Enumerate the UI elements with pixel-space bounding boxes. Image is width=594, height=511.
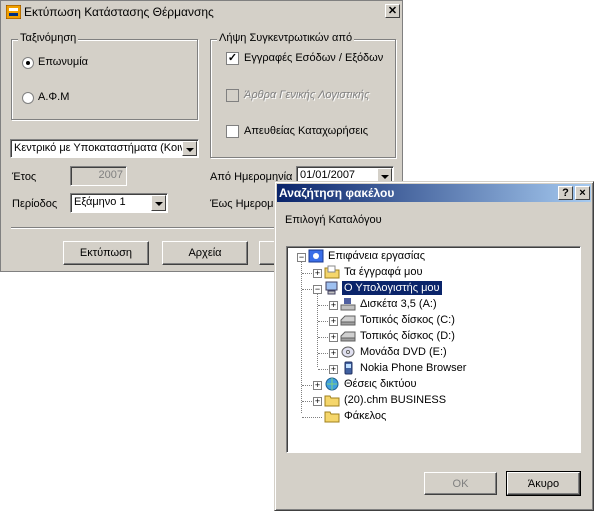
collapse-icon[interactable]: −: [313, 285, 322, 294]
tree-label: Nokia Phone Browser: [360, 362, 467, 374]
print-button[interactable]: Εκτύπωση: [63, 241, 149, 265]
desktop-icon: [308, 249, 324, 263]
close-icon: ×: [579, 187, 586, 199]
phone-icon: [344, 361, 353, 375]
browse-title: Αναζήτηση φακέλου: [279, 186, 395, 200]
chevron-down-icon[interactable]: [182, 141, 197, 156]
folder-tree[interactable]: − Επιφάνεια εργασίας + Τα έγγραφά μου −: [286, 246, 581, 453]
branch-select[interactable]: Κεντρικό με Υποκαταστήματα (Κοιν: [10, 139, 199, 158]
general-ledger-checkbox: [226, 89, 239, 102]
tree-label: Τοπικός δίσκος (D:): [360, 330, 455, 342]
tree-node-network[interactable]: + Θέσεις δικτύου: [287, 377, 577, 393]
cancel-button[interactable]: Άκυρο: [506, 471, 581, 496]
tree-node-drive-d[interactable]: + Τοπικός δίσκος (D:): [287, 329, 577, 345]
main-close-button[interactable]: ✕: [385, 4, 400, 18]
close-icon: ✕: [387, 5, 398, 17]
expand-icon[interactable]: +: [329, 365, 338, 374]
tree-node-folder[interactable]: Φάκελος: [287, 409, 577, 425]
income-expense-checkbox[interactable]: ✓: [226, 52, 239, 65]
from-date-value: 01/01/2007: [300, 169, 356, 181]
browse-prompt: Επιλογή Καταλόγου: [285, 214, 382, 226]
expand-icon[interactable]: +: [313, 397, 322, 406]
tree-label: (20).chm BUSINESS: [344, 394, 447, 406]
expand-icon[interactable]: +: [313, 269, 322, 278]
tree-label: Ο Υπολογιστής μου: [342, 281, 442, 295]
direct-entries-label: Απευθείας Καταχωρήσεις: [244, 125, 369, 137]
expand-icon[interactable]: +: [329, 333, 338, 342]
tree-label: Μονάδα DVD (E:): [360, 346, 447, 358]
tree-label: Δισκέτα 3,5 (A:): [360, 298, 437, 310]
chevron-down-icon[interactable]: [151, 195, 166, 211]
branch-select-value: Κεντρικό με Υποκαταστήματα (Κοιν: [14, 142, 186, 154]
tree-node-dvd[interactable]: + Μονάδα DVD (E:): [287, 345, 577, 361]
drive-icon: [340, 315, 356, 326]
sort-name-radio[interactable]: [22, 57, 34, 69]
period-label: Περίοδος: [12, 198, 58, 210]
sort-vat-radio[interactable]: [22, 92, 34, 104]
network-icon: [325, 377, 339, 391]
year-value: 2007: [98, 169, 123, 181]
app-icon: [6, 5, 21, 19]
sort-group-label: Ταξινόμηση: [18, 32, 79, 44]
period-select-value: Εξάμηνο 1: [74, 196, 126, 208]
collapse-icon[interactable]: −: [297, 253, 306, 262]
ok-button[interactable]: OK: [424, 472, 497, 495]
income-expense-label: Εγγραφές Εσόδων / Εξόδων: [244, 52, 384, 64]
browse-titlebar[interactable]: Αναζήτηση φακέλου ? ×: [277, 184, 591, 202]
tree-node-chm-business[interactable]: + (20).chm BUSINESS: [287, 393, 577, 409]
drive-icon: [340, 331, 356, 342]
browse-close-button[interactable]: ×: [575, 186, 590, 200]
tree-node-my-documents[interactable]: + Τα έγγραφά μου: [287, 265, 577, 281]
browse-folder-dialog: Αναζήτηση φακέλου ? × Επιλογή Καταλόγου …: [274, 181, 594, 511]
expand-icon[interactable]: +: [329, 349, 338, 358]
tree-label: Τοπικός δίσκος (C:): [360, 314, 455, 326]
direct-entries-checkbox[interactable]: [226, 125, 239, 138]
year-field: 2007: [70, 166, 127, 186]
tree-node-nokia[interactable]: + Nokia Phone Browser: [287, 361, 577, 377]
tree-node-desktop[interactable]: − Επιφάνεια εργασίας: [287, 249, 577, 265]
sort-vat-label: Α.Φ.Μ: [38, 91, 70, 103]
main-title: Εκτύπωση Κατάστασης Θέρμανσης: [24, 5, 214, 19]
period-select[interactable]: Εξάμηνο 1: [70, 193, 168, 213]
tree-node-drive-c[interactable]: + Τοπικός δίσκος (C:): [287, 313, 577, 329]
tree-label: Φάκελος: [344, 410, 387, 422]
expand-icon[interactable]: +: [313, 381, 322, 390]
dvd-icon: [341, 346, 355, 358]
tree-label: Τα έγγραφά μου: [344, 266, 423, 278]
floppy-icon: [340, 298, 356, 311]
tree-label: Θέσεις δικτύου: [344, 378, 417, 390]
totals-group-label: Λήψη Συγκεντρωτικών από: [217, 32, 355, 44]
help-button[interactable]: ?: [558, 186, 573, 200]
tree-label: Επιφάνεια εργασίας: [328, 250, 426, 262]
main-titlebar[interactable]: Εκτύπωση Κατάστασης Θέρμανσης ✕: [2, 2, 401, 22]
expand-icon[interactable]: +: [329, 301, 338, 310]
folder-icon: [324, 395, 340, 407]
files-button[interactable]: Αρχεία: [162, 241, 248, 265]
tree-node-my-computer[interactable]: − Ο Υπολογιστής μου: [287, 281, 577, 297]
help-icon: ?: [562, 187, 569, 199]
expand-icon[interactable]: +: [329, 317, 338, 326]
sort-group: Ταξινόμηση: [11, 32, 198, 120]
folder-icon: [324, 265, 340, 279]
to-date-label: Έως Ημερομ: [210, 198, 274, 210]
tree-line: [302, 417, 322, 418]
computer-icon: [325, 281, 338, 295]
year-label: Έτος: [12, 171, 37, 183]
sort-name-label: Επωνυμία: [38, 56, 89, 68]
folder-icon: [324, 411, 340, 423]
tree-node-floppy[interactable]: + Δισκέτα 3,5 (A:): [287, 297, 577, 313]
general-ledger-label: Άρθρα Γενικής Λογιστικής: [244, 89, 370, 101]
